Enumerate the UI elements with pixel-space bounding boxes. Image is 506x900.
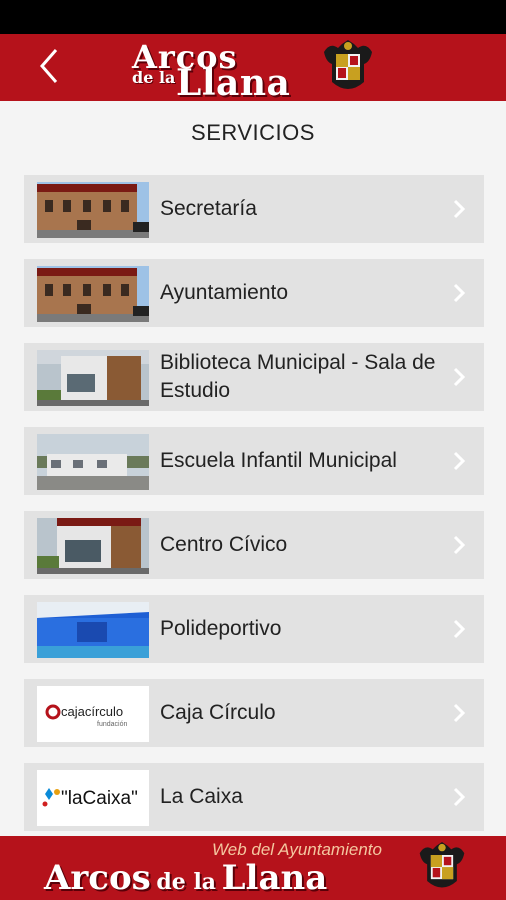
- logo-line-2: de la: [132, 68, 176, 87]
- chevron-right-icon: [453, 283, 466, 303]
- svg-text:"laCaixa": "laCaixa": [61, 788, 138, 809]
- service-item-biblioteca[interactable]: Biblioteca Municipal - Sala de Estudio: [24, 343, 484, 411]
- lacaixa-logo: "laCaixa": [37, 770, 149, 826]
- chevron-right-icon: [453, 199, 466, 219]
- svg-text:fundación: fundación: [97, 721, 127, 728]
- service-item-la-caixa[interactable]: "laCaixa" La Caixa: [24, 763, 484, 831]
- service-label: Secretaría: [160, 197, 257, 220]
- civic-center-photo: [37, 518, 149, 574]
- back-button[interactable]: [28, 44, 72, 88]
- service-label: Caja Círculo: [160, 701, 276, 724]
- service-item-centro-civico[interactable]: Centro Cívico: [24, 511, 484, 579]
- chevron-right-icon: [453, 787, 466, 807]
- school-photo: [37, 434, 149, 490]
- chevron-right-icon: [453, 619, 466, 639]
- service-item-ayuntamiento[interactable]: Ayuntamiento: [24, 259, 484, 327]
- service-label: Polideportivo: [160, 617, 282, 640]
- logo-line-3: Llana: [176, 62, 291, 104]
- town-hall-photo: [37, 266, 149, 322]
- footer-tagline: Web del Ayuntamiento: [212, 840, 382, 859]
- status-bar: [0, 0, 506, 34]
- chevron-right-icon: [453, 535, 466, 555]
- page-title: SERVICIOS: [191, 120, 315, 145]
- chevron-left-icon: [40, 49, 58, 83]
- service-label: Centro Cívico: [160, 533, 288, 556]
- service-item-caja-circulo[interactable]: cajacírculo fundación Caja Círculo: [24, 679, 484, 747]
- service-label: Escuela Infantil Municipal: [160, 449, 397, 472]
- footer-town-name: Arcos de la Llana: [44, 858, 328, 898]
- library-photo: [37, 350, 149, 406]
- service-item-polideportivo[interactable]: Polideportivo: [24, 595, 484, 663]
- coat-of-arms-icon: [324, 40, 372, 89]
- service-label: Ayuntamiento: [160, 281, 289, 304]
- chevron-right-icon: [453, 451, 466, 471]
- service-item-secretaria[interactable]: Secretaría: [24, 175, 484, 243]
- coat-of-arms-icon: [419, 842, 465, 888]
- service-label: Biblioteca Municipal - Sala de Estudio: [160, 351, 436, 402]
- chevron-right-icon: [453, 703, 466, 723]
- header-logo: Arcos de la Llana: [132, 38, 322, 104]
- app-header: Arcos de la Llana: [0, 34, 506, 104]
- service-label: La Caixa: [160, 785, 243, 808]
- town-hall-photo: [37, 182, 149, 238]
- chevron-right-icon: [453, 367, 466, 387]
- service-item-escuela-infantil[interactable]: Escuela Infantil Municipal: [24, 427, 484, 495]
- svg-text:cajacírculo: cajacírculo: [61, 704, 123, 719]
- sports-hall-photo: [37, 602, 149, 658]
- cajacirculo-logo: cajacírculo fundación: [37, 686, 149, 742]
